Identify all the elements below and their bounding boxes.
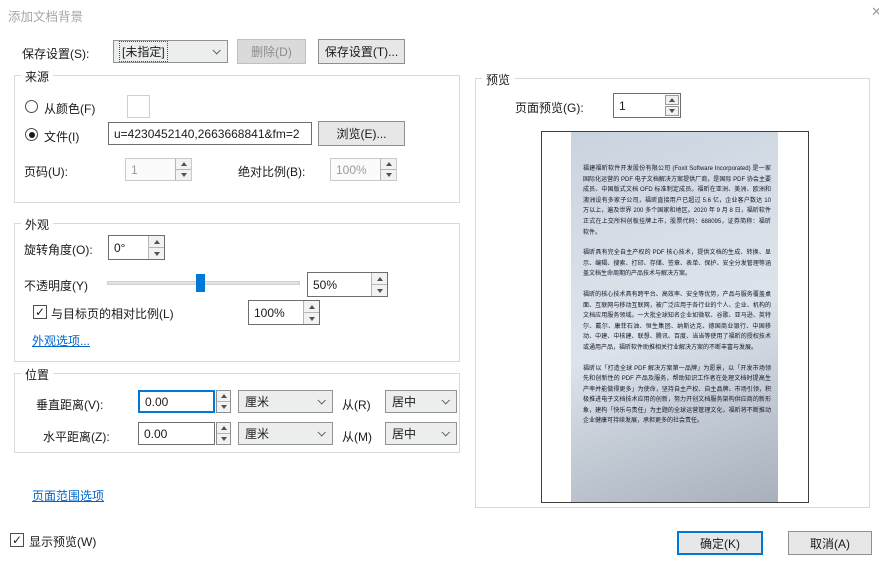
page-preview-label: 页面预览(G):	[515, 99, 584, 116]
chevron-down-icon	[317, 428, 325, 436]
save-settings-combo[interactable]: [未指定]	[113, 40, 228, 63]
show-preview-label: 显示预览(W)	[29, 533, 96, 550]
chevron-down-icon	[441, 396, 449, 404]
horizontal-from-combo[interactable]: 居中	[385, 422, 457, 445]
relative-scale-label: 与目标页的相对比例(L)	[51, 305, 174, 322]
vertical-from-value: 居中	[392, 393, 416, 410]
vertical-distance-stepper[interactable]	[216, 390, 231, 413]
from-color-radio[interactable]	[25, 100, 38, 113]
horizontal-distance-stepper[interactable]	[216, 422, 231, 445]
horizontal-unit-combo[interactable]: 厘米	[238, 422, 333, 445]
delete-button: 删除(D)	[237, 39, 306, 64]
cancel-button[interactable]: 取消(A)	[788, 531, 872, 555]
save-settings-label: 保存设置(S):	[22, 45, 89, 62]
from-color-label: 从颜色(F)	[44, 100, 95, 117]
page-number-label: 页码(U):	[24, 163, 68, 180]
browse-button[interactable]: 浏览(E)...	[318, 121, 405, 146]
add-document-background-dialog: 添加文档背景 ✕ 保存设置(S): [未指定] 删除(D) 保存设置(T)...…	[0, 0, 879, 579]
preview-group-title: 预览	[482, 71, 514, 88]
page-preview-value: 1	[619, 99, 626, 113]
dialog-title: 添加文档背景	[8, 6, 83, 25]
file-radio[interactable]	[25, 128, 38, 141]
vertical-from-label: 从(R)	[342, 396, 371, 413]
save-settings-combo-value: [未指定]	[120, 42, 167, 61]
file-radio-label: 文件(I)	[44, 128, 79, 145]
relative-scale-spinner[interactable]: 100%	[248, 300, 320, 325]
vertical-distance-input[interactable]: 0.00	[138, 390, 215, 413]
absolute-scale-value: 100%	[336, 163, 367, 177]
horizontal-from-value: 居中	[392, 425, 416, 442]
horizontal-from-label: 从(M)	[342, 428, 372, 445]
preview-document-text: 福建福昕软件开发股份有限公司 (Foxit Software Incorpora…	[583, 164, 771, 437]
horizontal-distance-label: 水平距离(Z):	[43, 428, 110, 445]
save-settings-button[interactable]: 保存设置(T)...	[318, 39, 405, 64]
file-path-input[interactable]: u=4230452140,2663668841&fm=2	[108, 122, 312, 145]
source-group-title: 来源	[21, 68, 53, 85]
absolute-scale-spinner: 100%	[330, 158, 397, 181]
vertical-unit-combo[interactable]: 厘米	[238, 390, 333, 413]
rotation-label: 旋转角度(O):	[24, 241, 93, 258]
rotation-spinner[interactable]: 0°	[108, 235, 165, 260]
relative-scale-value: 100%	[254, 306, 285, 320]
vertical-distance-label: 垂直距离(V):	[36, 396, 103, 413]
page-number-value: 1	[131, 163, 138, 177]
chevron-down-icon	[441, 428, 449, 436]
ok-button[interactable]: 确定(K)	[677, 531, 763, 555]
chevron-down-icon	[212, 46, 220, 54]
vertical-from-combo[interactable]: 居中	[385, 390, 457, 413]
page-number-spinner: 1	[125, 158, 192, 181]
opacity-slider-thumb[interactable]	[196, 274, 205, 292]
appearance-group-title: 外观	[21, 216, 53, 233]
opacity-spinner[interactable]: 50%	[307, 272, 388, 297]
page-preview-spinner[interactable]: 1	[613, 93, 681, 118]
close-icon[interactable]: ✕	[871, 4, 879, 20]
color-swatch[interactable]	[127, 95, 150, 118]
horizontal-unit-value: 厘米	[245, 425, 269, 442]
chevron-down-icon	[317, 396, 325, 404]
horizontal-distance-input[interactable]: 0.00	[138, 422, 215, 445]
rotation-value: 0°	[114, 241, 125, 255]
appearance-options-link[interactable]: 外观选项...	[32, 332, 90, 349]
relative-scale-checkbox[interactable]: ✓	[33, 305, 47, 319]
vertical-unit-value: 厘米	[245, 393, 269, 410]
position-group-title: 位置	[21, 366, 53, 383]
opacity-label: 不透明度(Y)	[24, 277, 88, 294]
absolute-scale-label: 绝对比例(B):	[238, 163, 305, 180]
preview-page: 福建福昕软件开发股份有限公司 (Foxit Software Incorpora…	[541, 131, 809, 503]
show-preview-checkbox[interactable]: ✓	[10, 533, 24, 547]
opacity-value: 50%	[313, 278, 337, 292]
page-range-options-link[interactable]: 页面范围选项	[32, 487, 104, 504]
